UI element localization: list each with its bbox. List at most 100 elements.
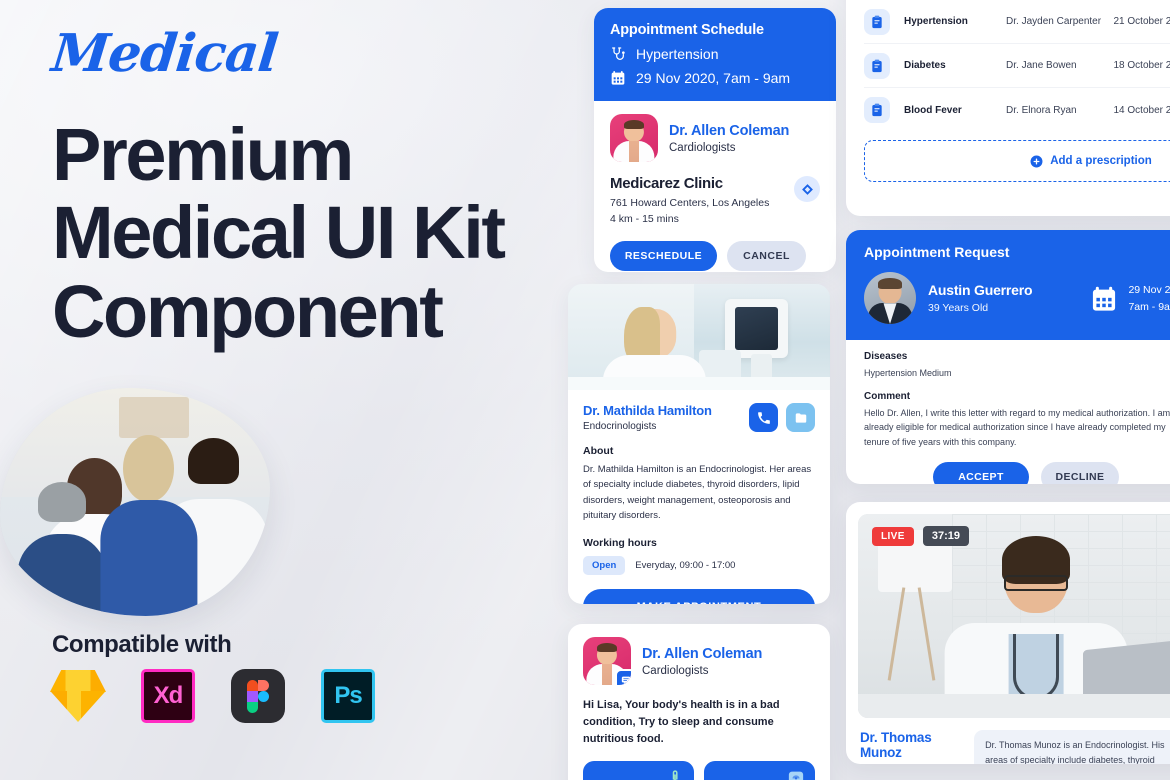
- phone-icon[interactable]: [749, 403, 778, 432]
- vital-weight: 85: [704, 761, 815, 780]
- prescription-date: 21 October 2020: [1113, 16, 1170, 27]
- diseases-value: Hypertension Medium: [864, 368, 952, 378]
- request-time: 7am - 9am: [1128, 300, 1170, 313]
- table-row[interactable]: Blood Fever Dr. Elnora Ryan 14 October 2…: [864, 88, 1170, 132]
- live-doctor-name: Dr. Thomas Munoz: [860, 730, 932, 760]
- directions-icon[interactable]: [794, 176, 820, 202]
- calendar-icon: [610, 70, 626, 86]
- prescription-date: 14 October 2020: [1113, 104, 1170, 116]
- appointment-schedule-card: Appointment Schedule Hypertension 29 Nov…: [594, 8, 836, 272]
- status-badge: Open: [583, 555, 626, 575]
- brand-logo: Medical: [48, 23, 281, 84]
- team-photo: [0, 388, 270, 616]
- doctor-name: Dr. Mathilda Hamilton: [583, 403, 712, 418]
- appointment-doctor-row: Dr. Allen Coleman Cardiologists: [610, 114, 820, 162]
- prescription-name: Diabetes: [904, 60, 946, 71]
- appointment-doctor-name: Dr. Allen Coleman: [669, 122, 790, 139]
- doctor-chat-card: Dr. Allen Coleman Cardiologists Hi Lisa,…: [568, 624, 830, 780]
- avatar: [610, 114, 658, 162]
- patient-age: 39 Years Old: [928, 302, 989, 314]
- appointment-request-card: Appointment Request Austin Guerrero 39 Y…: [846, 230, 1170, 484]
- clinic-address: 761 Howard Centers, Los Angeles: [610, 197, 770, 209]
- photoshop-icon: Ps: [320, 668, 376, 724]
- prescription-list-card: Blood Fever Dr. Winnie Rhodes 23 October…: [846, 0, 1170, 216]
- live-doctor-description: Dr. Thomas Munoz is an Endocrinologist. …: [974, 730, 1170, 764]
- appointment-request-header: Appointment Request Austin Guerrero 39 Y…: [846, 230, 1170, 340]
- live-consultation-card: LIVE 37:19 Dr. Thomas Munoz Endocrinolog…: [846, 502, 1170, 764]
- appointment-schedule-title: Appointment Schedule: [610, 22, 764, 38]
- prescription-name: Blood Fever: [904, 104, 962, 116]
- decline-button[interactable]: DECLINE: [1041, 462, 1119, 484]
- chat-doctor-name: Dr. Allen Coleman: [642, 645, 763, 662]
- diseases-label: Diseases: [864, 351, 908, 362]
- appointment-schedule-body: Dr. Allen Coleman Cardiologists Medicare…: [594, 101, 836, 272]
- weight-scale-icon: [787, 769, 805, 780]
- working-hours-value: Everyday, 09:00 - 17:00: [635, 559, 736, 571]
- make-appointment-button[interactable]: MAKE APPOINTMENT: [583, 588, 815, 604]
- about-label: About: [583, 445, 614, 457]
- adobe-xd-icon: Xd: [140, 668, 196, 724]
- add-prescription-button[interactable]: Add a prescription: [864, 140, 1170, 182]
- adobe-xd-label: Xd: [153, 682, 184, 709]
- calendar-icon: [1090, 285, 1118, 313]
- clipboard-icon: [864, 97, 890, 123]
- avatar: [864, 272, 916, 324]
- doctor-specialty: Endocrinologists: [583, 421, 657, 432]
- live-timer: 37:19: [922, 526, 969, 546]
- appointment-request-title: Appointment Request: [864, 244, 1010, 260]
- working-hours-label: Working hours: [583, 536, 657, 549]
- clipboard-icon: [864, 8, 890, 35]
- headline-line-1: Premium: [52, 113, 354, 196]
- sketch-icon: [50, 668, 106, 724]
- page-root: Medical Premium Medical UI Kit Component…: [0, 0, 1170, 780]
- table-row[interactable]: Hypertension Dr. Jayden Carpenter 21 Oct…: [864, 0, 1170, 44]
- cancel-button[interactable]: CANCEL: [727, 240, 806, 271]
- avatar: [583, 637, 631, 685]
- appointment-datetime: 29 Nov 2020, 7am - 9am: [636, 70, 791, 86]
- appointment-datetime-row: 29 Nov 2020, 7am - 9am: [610, 70, 820, 86]
- thermometer-icon: [666, 769, 684, 780]
- live-badge: LIVE: [872, 526, 914, 546]
- headline-line-3: Component: [52, 269, 444, 353]
- accept-button[interactable]: ACCEPT: [933, 462, 1029, 484]
- prescription-doctor: Dr. Jayden Carpenter: [1006, 16, 1102, 27]
- reschedule-button[interactable]: RESCHEDULE: [610, 240, 717, 271]
- prescription-list: Blood Fever Dr. Winnie Rhodes 23 October…: [846, 0, 1170, 132]
- request-date: 29 Nov 2020: [1128, 284, 1170, 296]
- person-silhouette: [99, 429, 198, 616]
- clipboard-icon: [864, 52, 890, 79]
- photoshop-label: Ps: [334, 682, 362, 709]
- compatible-logos: Xd Ps: [50, 668, 376, 724]
- appointment-condition-row: Hypertension: [610, 46, 820, 62]
- table-row[interactable]: Diabetes Dr. Jane Bowen 18 October 2020: [864, 44, 1170, 88]
- live-video-frame[interactable]: LIVE 37:19: [858, 514, 1170, 718]
- figma-icon: [230, 668, 286, 724]
- appointment-doctor-specialty: Cardiologists: [669, 141, 736, 154]
- add-prescription-label: Add a prescription: [1050, 155, 1152, 167]
- patient-name: Austin Guerrero: [928, 282, 1033, 298]
- comment-text: Hello Dr. Allen, I write this letter wit…: [864, 407, 1170, 447]
- chat-message: Hi Lisa, Your body's health is in a bad …: [583, 699, 780, 746]
- headline-line-2: Medical UI Kit: [52, 191, 506, 275]
- prescription-name: Hypertension: [904, 16, 968, 27]
- clinic-name: Medicarez Clinic: [610, 175, 723, 192]
- prescription-doctor: Dr. Jane Bowen: [1006, 60, 1077, 71]
- message-icon: [615, 669, 631, 685]
- comment-label: Comment: [864, 390, 911, 402]
- vital-temperature: 33°C: [583, 761, 694, 780]
- clinic-photo: [568, 284, 830, 390]
- folder-icon[interactable]: [786, 403, 815, 432]
- chat-doctor-specialty: Cardiologists: [642, 664, 709, 677]
- prescription-doctor: Dr. Elnora Ryan: [1006, 104, 1077, 116]
- prescription-date: 18 October 2020: [1113, 60, 1170, 71]
- clinic-distance: 4 km - 15 mins: [610, 212, 679, 225]
- stethoscope-icon: [610, 46, 626, 62]
- person-silhouette: [17, 482, 107, 616]
- appointment-schedule-header: Appointment Schedule Hypertension 29 Nov…: [594, 8, 836, 101]
- compatible-label: Compatible with: [52, 631, 232, 658]
- about-text: Dr. Mathilda Hamilton is an Endocrinolog…: [583, 464, 812, 522]
- doctor-detail-card: Dr. Mathilda Hamilton Endocrinologists A…: [568, 284, 830, 604]
- page-title: Premium Medical UI Kit Component: [52, 113, 552, 353]
- hero-section: Medical Premium Medical UI Kit Component: [48, 23, 552, 353]
- appointment-condition: Hypertension: [636, 46, 719, 62]
